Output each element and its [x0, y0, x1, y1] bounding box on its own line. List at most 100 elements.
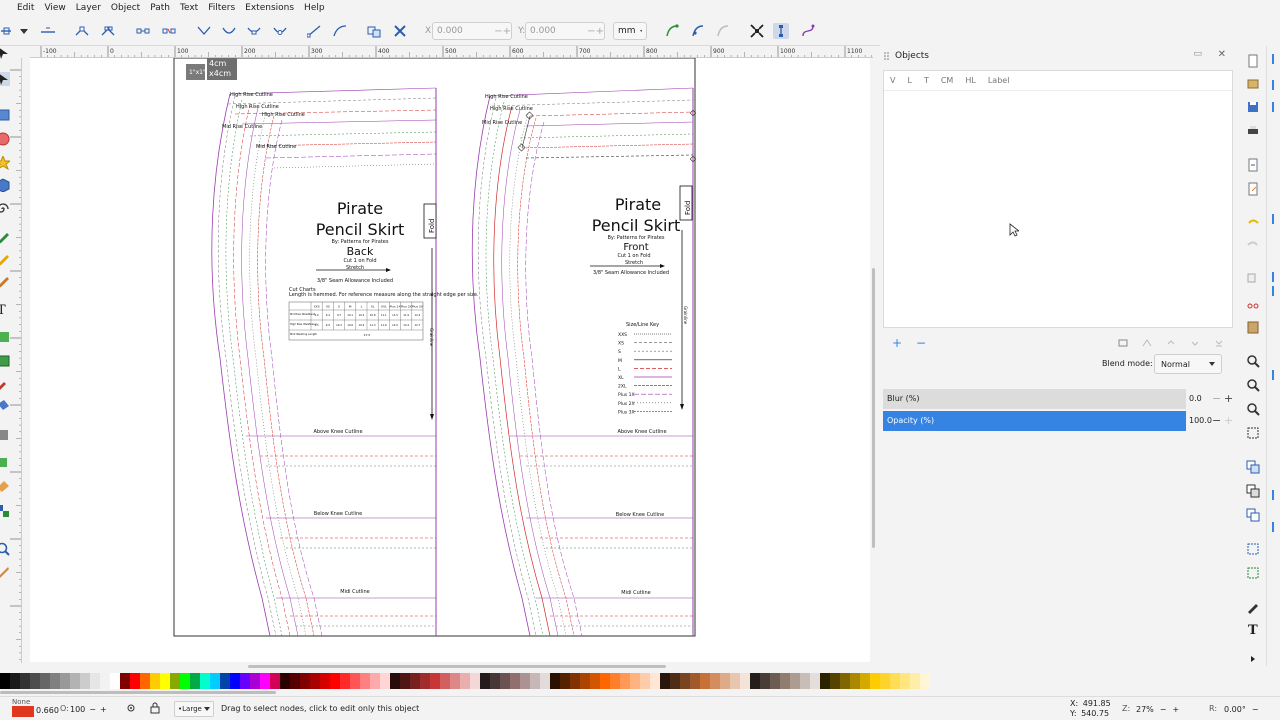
- color-swatch[interactable]: [30, 673, 40, 689]
- y-input[interactable]: [526, 26, 588, 36]
- color-swatch[interactable]: [470, 673, 480, 689]
- color-swatch[interactable]: [900, 673, 910, 689]
- snap-toggle-icon[interactable]: [1272, 54, 1280, 64]
- color-swatch[interactable]: [180, 673, 190, 689]
- add-layer-button[interactable]: +: [890, 336, 904, 350]
- snap-others-icon[interactable]: [1272, 490, 1280, 500]
- raise-icon[interactable]: [1164, 336, 1178, 350]
- color-swatch[interactable]: [290, 673, 300, 689]
- gradient-tool-icon[interactable]: [0, 330, 10, 344]
- toggle-layer-visibility-icon[interactable]: [124, 701, 138, 718]
- opacity-status-decrement[interactable]: −: [89, 705, 96, 714]
- color-swatch[interactable]: [450, 673, 460, 689]
- snap-page-icon[interactable]: [1272, 522, 1280, 532]
- stroke-to-path-icon[interactable]: [392, 23, 408, 39]
- color-swatch[interactable]: [580, 673, 590, 689]
- color-swatch[interactable]: [70, 673, 80, 689]
- color-swatch[interactable]: [700, 673, 710, 689]
- y-decrement[interactable]: −: [587, 26, 595, 37]
- color-swatch[interactable]: [530, 673, 540, 689]
- objects-panel-tab[interactable]: Objects: [883, 51, 929, 61]
- column-clip-mask[interactable]: CM: [941, 76, 954, 85]
- break-path-icon[interactable]: [100, 23, 116, 39]
- rectangle-tool-icon[interactable]: [0, 108, 10, 122]
- color-swatch[interactable]: [220, 673, 230, 689]
- menu-extensions[interactable]: Extensions: [240, 3, 299, 13]
- more-commands-icon[interactable]: [1246, 652, 1260, 666]
- color-swatch[interactable]: [560, 673, 570, 689]
- export-icon[interactable]: [1246, 182, 1260, 196]
- measure-tool-icon[interactable]: [0, 566, 10, 580]
- spray-tool-icon[interactable]: [0, 454, 10, 468]
- color-swatch[interactable]: [890, 673, 900, 689]
- snap-edges-icon[interactable]: [1272, 102, 1280, 112]
- eraser-tool-icon[interactable]: [0, 478, 10, 492]
- show-handles-icon[interactable]: [773, 23, 789, 39]
- snap-paths-icon[interactable]: [1272, 272, 1280, 282]
- horizontal-scroll-thumb[interactable]: [248, 665, 666, 668]
- star-tool-icon[interactable]: [0, 156, 10, 170]
- canvas-horizontal-scrollbar[interactable]: [30, 662, 870, 670]
- show-mask-icon[interactable]: [690, 23, 706, 39]
- x-input[interactable]: [433, 26, 495, 36]
- fill-stroke-icon[interactable]: [1246, 600, 1260, 614]
- color-swatch[interactable]: [840, 673, 850, 689]
- color-swatch[interactable]: [660, 673, 670, 689]
- color-swatch[interactable]: [790, 673, 800, 689]
- color-swatch[interactable]: [130, 673, 140, 689]
- column-type[interactable]: T: [924, 76, 929, 85]
- color-swatch[interactable]: [190, 673, 200, 689]
- palette-scroll-thumb[interactable]: [0, 691, 276, 694]
- color-swatch[interactable]: [830, 673, 840, 689]
- color-swatch[interactable]: [640, 673, 650, 689]
- segment-curve-icon[interactable]: [332, 23, 348, 39]
- node-tool-icon[interactable]: [0, 72, 10, 86]
- color-swatch[interactable]: [140, 673, 150, 689]
- vertical-scroll-thumb[interactable]: [872, 268, 875, 548]
- text-tool-icon[interactable]: T: [0, 302, 10, 316]
- color-swatch[interactable]: [350, 673, 360, 689]
- mesh-tool-icon[interactable]: [0, 354, 10, 368]
- opacity-value[interactable]: 100.0: [1189, 416, 1212, 425]
- drawing-canvas[interactable]: 1"x1" 4cm x4cm High Rise Cutline High Ri…: [30, 58, 870, 662]
- objects-tree[interactable]: V L T CM HL Label: [883, 70, 1233, 328]
- segment-line-icon[interactable]: [306, 23, 322, 39]
- column-highlight[interactable]: HL: [965, 76, 975, 85]
- current-layer-select[interactable]: •Large: [174, 701, 214, 717]
- menu-view[interactable]: View: [39, 3, 70, 13]
- delete-node-icon[interactable]: [40, 23, 56, 39]
- color-swatch[interactable]: [810, 673, 820, 689]
- open-document-icon[interactable]: [1246, 76, 1260, 90]
- color-swatch[interactable]: [750, 673, 760, 689]
- rotation-decrement[interactable]: −: [1252, 705, 1259, 714]
- y-increment[interactable]: +: [596, 26, 604, 37]
- menu-help[interactable]: Help: [299, 3, 330, 13]
- color-swatch[interactable]: [270, 673, 280, 689]
- redo-icon[interactable]: [1246, 238, 1260, 252]
- snap-nodes-icon[interactable]: [1272, 214, 1280, 224]
- unit-select[interactable]: mm: [613, 22, 647, 40]
- menu-layer[interactable]: Layer: [71, 3, 106, 13]
- color-swatch[interactable]: [400, 673, 410, 689]
- show-path-effect-icon[interactable]: [715, 23, 731, 39]
- color-swatch[interactable]: [680, 673, 690, 689]
- color-swatch[interactable]: [490, 673, 500, 689]
- tweak-tool-icon[interactable]: [0, 428, 10, 442]
- color-swatch[interactable]: [770, 673, 780, 689]
- color-swatch[interactable]: [570, 673, 580, 689]
- zoom-decrement[interactable]: −: [1160, 705, 1167, 714]
- color-swatch[interactable]: [330, 673, 340, 689]
- cut-icon[interactable]: [1246, 296, 1260, 310]
- palette-scrollbar[interactable]: [0, 689, 1280, 695]
- color-swatch[interactable]: [800, 673, 810, 689]
- color-swatch[interactable]: [910, 673, 920, 689]
- rotation-field[interactable]: 0.00° −: [1224, 701, 1280, 717]
- lower-icon[interactable]: [1188, 336, 1202, 350]
- object-to-path-icon[interactable]: [366, 23, 382, 39]
- color-swatch[interactable]: [90, 673, 100, 689]
- snap-guide-icon[interactable]: [1272, 370, 1280, 380]
- blur-value[interactable]: 0.0: [1189, 394, 1202, 403]
- color-swatch[interactable]: [440, 673, 450, 689]
- zoom-value[interactable]: 27%: [1136, 705, 1154, 714]
- show-clip-path-icon[interactable]: [664, 23, 680, 39]
